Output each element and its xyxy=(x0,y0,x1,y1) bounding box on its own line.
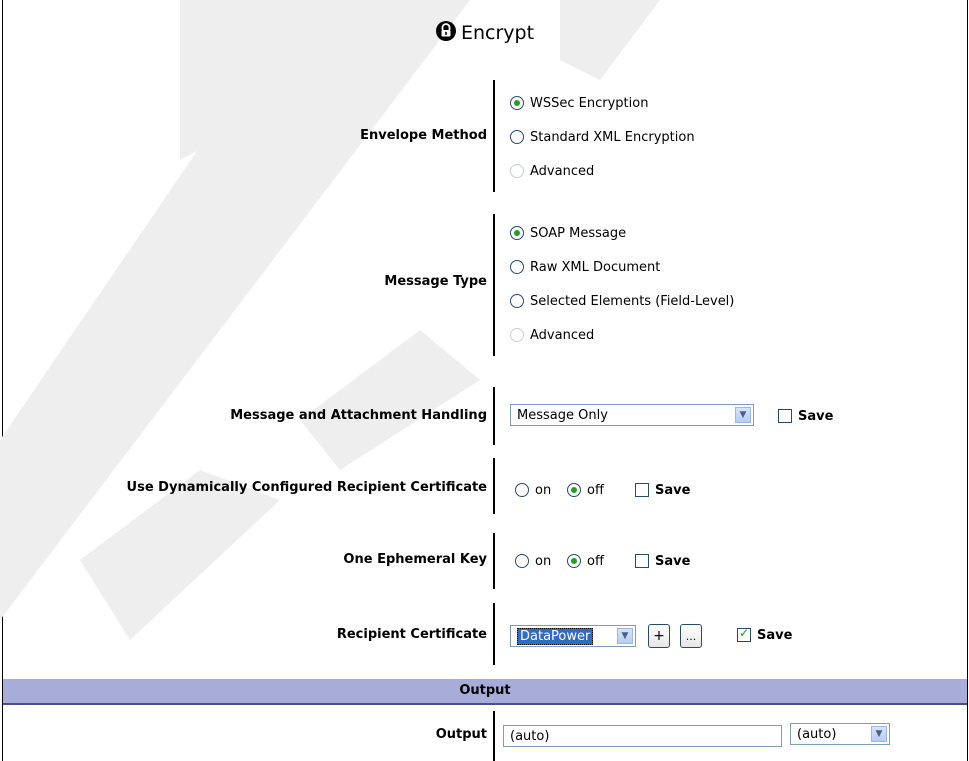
envelope-option-standard-xml[interactable]: Standard XML Encryption xyxy=(510,127,695,147)
page-title: Encrypt xyxy=(0,20,969,47)
page-title-text: Encrypt xyxy=(460,22,535,44)
ephemeral-key-save[interactable]: Save xyxy=(635,551,690,571)
radio-disabled-icon xyxy=(510,164,524,178)
output-select[interactable]: (auto) ▼ xyxy=(790,723,890,745)
divider xyxy=(493,711,495,761)
message-type-option-raw-xml[interactable]: Raw XML Document xyxy=(510,257,660,277)
output-input[interactable]: (auto) xyxy=(503,725,782,747)
divider xyxy=(493,80,495,192)
output-section-header: Output xyxy=(3,679,967,705)
envelope-option-advanced: Advanced xyxy=(510,161,594,181)
chevron-down-icon[interactable]: ▼ xyxy=(735,407,751,423)
radio-icon[interactable] xyxy=(510,130,524,144)
divider xyxy=(493,533,495,589)
lock-icon xyxy=(435,20,457,47)
dynamic-cert-save[interactable]: Save xyxy=(635,480,690,500)
recipient-cert-select[interactable]: DataPower ▼ xyxy=(510,625,636,647)
radio-icon[interactable] xyxy=(515,554,529,568)
dynamic-cert-off[interactable]: off xyxy=(567,480,604,500)
message-type-option-advanced: Advanced xyxy=(510,325,594,345)
window-frame xyxy=(2,0,968,761)
radio-selected-icon[interactable] xyxy=(510,226,524,240)
attachment-handling-label: Message and Attachment Handling xyxy=(230,408,487,423)
chevron-down-icon[interactable]: ▼ xyxy=(617,628,633,644)
radio-disabled-icon xyxy=(510,328,524,342)
output-label: Output xyxy=(435,727,487,742)
divider xyxy=(493,387,495,445)
message-type-option-soap[interactable]: SOAP Message xyxy=(510,223,626,243)
dynamic-cert-on[interactable]: on xyxy=(515,480,551,500)
envelope-option-wssec[interactable]: WSSec Encryption xyxy=(510,93,648,113)
attachment-handling-select[interactable]: Message Only ▼ xyxy=(510,404,754,426)
checkbox-checked[interactable] xyxy=(737,626,751,642)
radio-icon[interactable] xyxy=(510,260,524,274)
radio-icon[interactable] xyxy=(510,294,524,308)
edit-button[interactable]: ... xyxy=(680,624,702,648)
checkbox[interactable] xyxy=(635,483,649,497)
radio-selected-icon[interactable] xyxy=(567,483,581,497)
radio-selected-icon[interactable] xyxy=(567,554,581,568)
checkbox[interactable] xyxy=(635,554,649,568)
recipient-cert-save[interactable]: Save xyxy=(737,625,792,645)
add-button[interactable]: + xyxy=(648,624,670,648)
radio-selected-icon[interactable] xyxy=(510,96,524,110)
divider xyxy=(493,214,495,356)
recipient-cert-label: Recipient Certificate xyxy=(336,627,487,642)
ephemeral-key-off[interactable]: off xyxy=(567,551,604,571)
checkbox[interactable] xyxy=(778,409,792,423)
message-type-option-selected-elements[interactable]: Selected Elements (Field-Level) xyxy=(510,291,734,311)
chevron-down-icon[interactable]: ▼ xyxy=(871,726,887,742)
attachment-handling-save[interactable]: Save xyxy=(778,406,833,426)
ephemeral-key-on[interactable]: on xyxy=(515,551,551,571)
radio-icon[interactable] xyxy=(515,483,529,497)
ephemeral-key-label: One Ephemeral Key xyxy=(343,552,487,567)
envelope-method-label: Envelope Method xyxy=(360,128,487,143)
divider xyxy=(493,458,495,514)
divider xyxy=(493,603,495,665)
dynamic-cert-label: Use Dynamically Configured Recipient Cer… xyxy=(126,480,487,495)
message-type-label: Message Type xyxy=(384,274,487,289)
